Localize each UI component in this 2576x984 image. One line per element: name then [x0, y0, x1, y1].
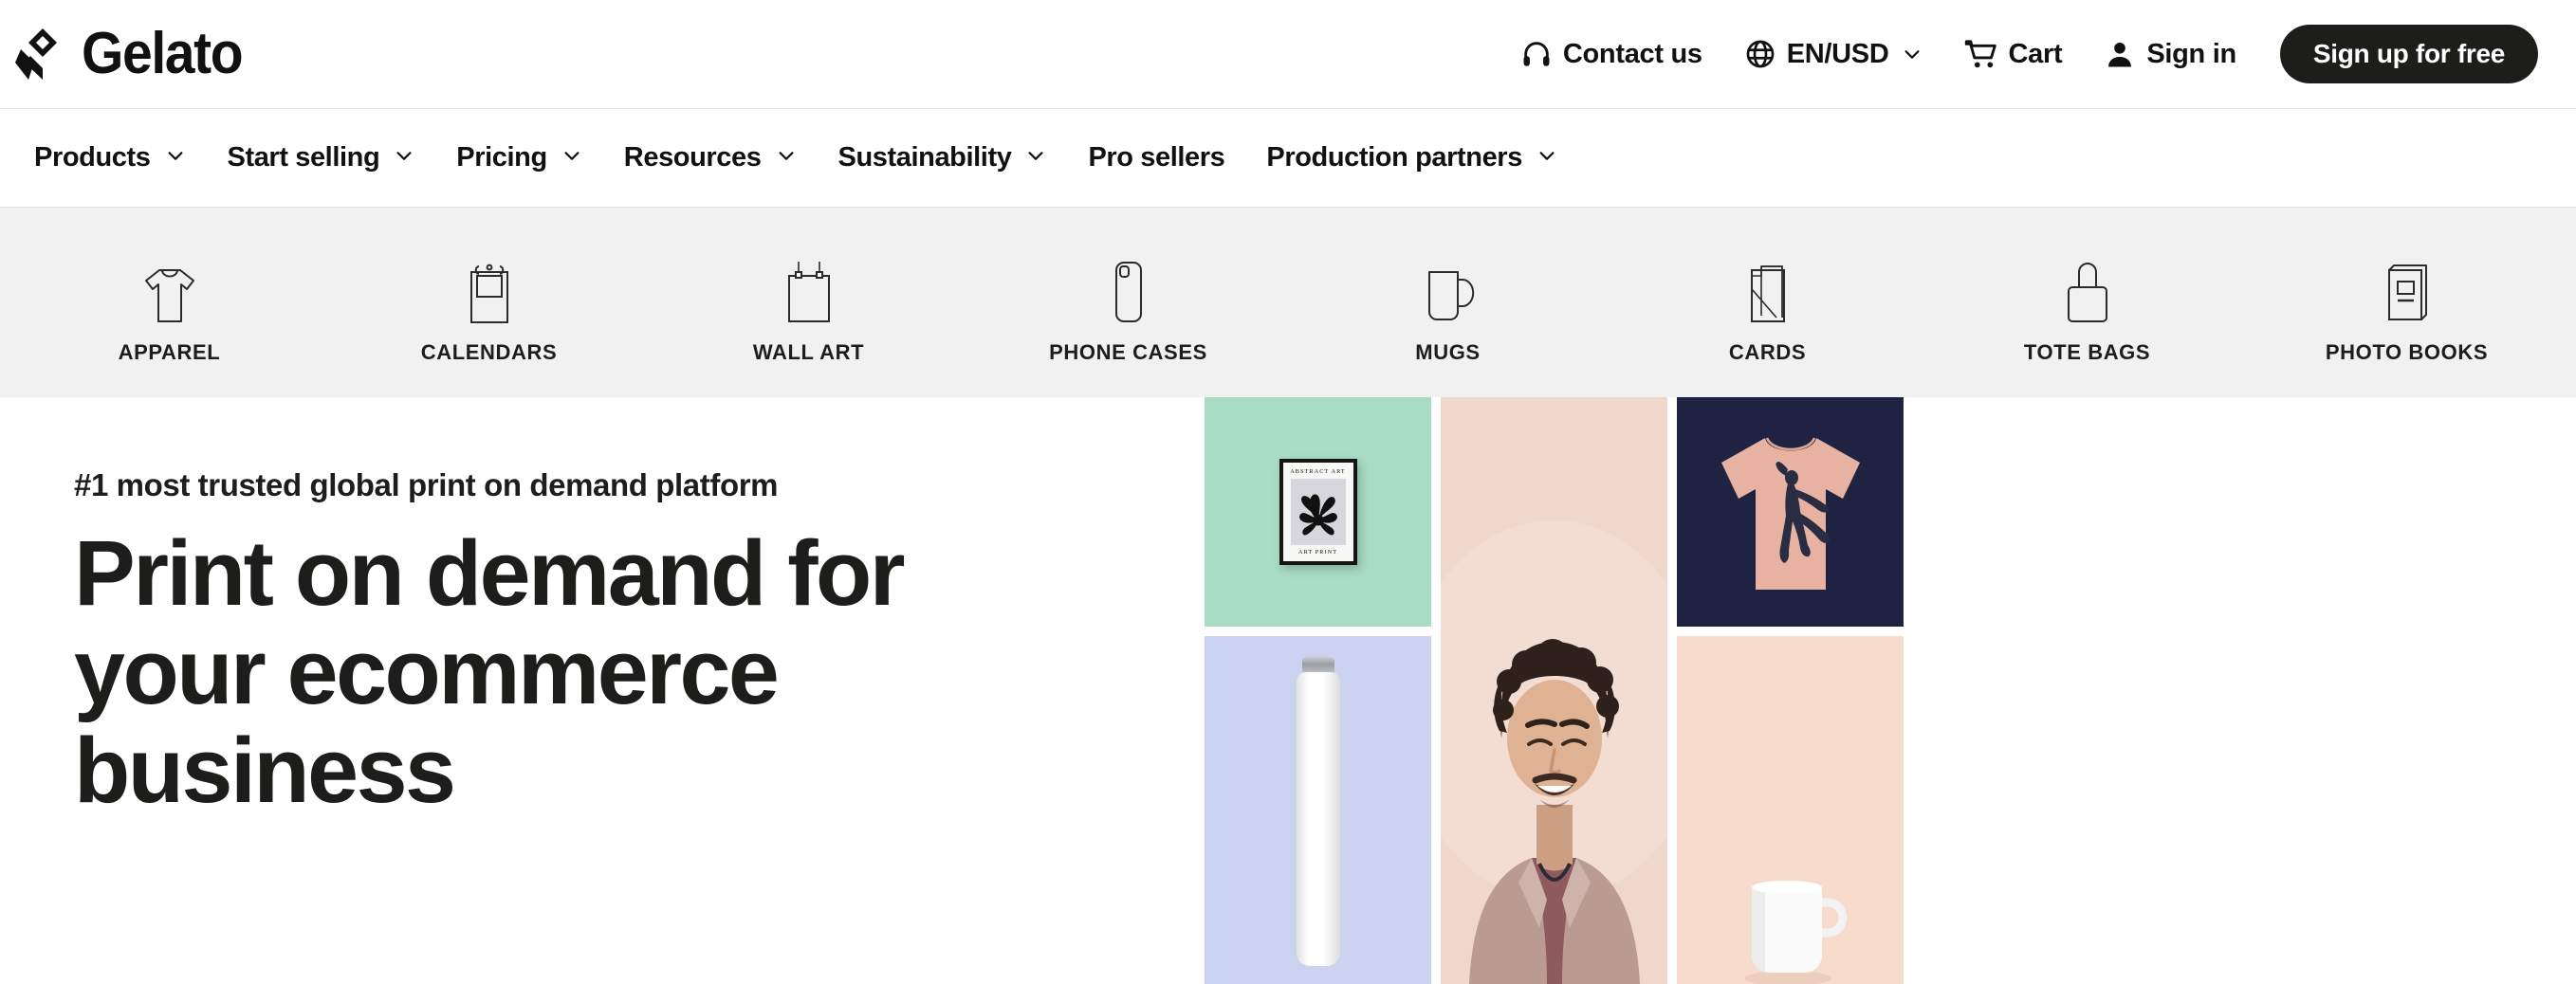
- category-wall-art[interactable]: WALL ART: [649, 208, 968, 397]
- chevron-down-icon: [165, 142, 186, 173]
- category-tote-bags[interactable]: TOTE BAGS: [1927, 208, 2247, 397]
- nav-item-pro-sellers[interactable]: Pro sellers: [1067, 142, 1245, 173]
- nav-item-products[interactable]: Products: [13, 142, 207, 173]
- category-label: WALL ART: [752, 340, 865, 364]
- gallery-column-center: [1441, 397, 1667, 984]
- contact-us-label: Contact us: [1562, 38, 1702, 69]
- category-mugs[interactable]: MUGS: [1288, 208, 1608, 397]
- category-apparel[interactable]: APPAREL: [9, 208, 329, 397]
- headset-icon: [1520, 38, 1553, 70]
- category-label: PHOTO BOOKS: [2325, 340, 2489, 364]
- chevron-down-icon: [1025, 142, 1046, 173]
- abstract-leaf-artwork-icon: [1290, 479, 1346, 545]
- framed-poster-icon: [780, 253, 838, 325]
- contact-us-link[interactable]: Contact us: [1500, 38, 1723, 70]
- gelato-diamond-logo-icon: [13, 25, 72, 83]
- shopping-cart-icon: [1964, 37, 1998, 71]
- brand-name: Gelato: [82, 21, 244, 86]
- tote-bag-icon: [2061, 253, 2114, 325]
- category-phone-cases[interactable]: PHONE CASES: [968, 208, 1288, 397]
- category-label: TOTE BAGS: [2023, 340, 2151, 364]
- nav-item-start-selling[interactable]: Start selling: [207, 142, 436, 173]
- category-photo-books[interactable]: PHOTO BOOKS: [2247, 208, 2567, 397]
- sign-up-for-free-button[interactable]: Sign up for free: [2279, 25, 2538, 83]
- top-utility-links: Contact us EN/USD Cart Sign in Sign up f…: [1500, 25, 2538, 83]
- category-calendars[interactable]: CALENDARS: [329, 208, 649, 397]
- chevron-down-icon: [1902, 44, 1923, 64]
- hero-copy: #1 most trusted global print on demand p…: [0, 397, 1205, 984]
- top-utility-bar: Gelato Contact us EN/USD Cart Sign in Si…: [0, 0, 2576, 108]
- nav-label: Production partners: [1266, 142, 1522, 173]
- hero-eyebrow: #1 most trusted global print on demand p…: [74, 467, 779, 502]
- photo-book-icon: [2378, 253, 2437, 325]
- cart-link[interactable]: Cart: [1943, 37, 2084, 71]
- nav-label: Start selling: [227, 142, 380, 173]
- category-label: APPAREL: [118, 340, 221, 364]
- chevron-down-icon: [561, 142, 582, 173]
- nav-item-pricing[interactable]: Pricing: [435, 142, 603, 173]
- globe-icon: [1744, 38, 1776, 70]
- poster-caption: ART PRINT: [1297, 549, 1338, 556]
- nav-label: Resources: [623, 142, 762, 173]
- poster-title: ABSTRACT ART: [1290, 468, 1346, 475]
- hero-section: #1 most trusted global print on demand p…: [0, 397, 2576, 984]
- picture-frame: ABSTRACT ART ART PRINT: [1279, 459, 1357, 565]
- product-category-strip: APPAREL CALENDARS WALL ART PHONE CASES M…: [0, 208, 2576, 397]
- nav-label: Products: [34, 142, 151, 173]
- nav-item-resources[interactable]: Resources: [603, 142, 818, 173]
- sign-in-label: Sign in: [2146, 38, 2236, 69]
- phone-case-icon: [1107, 253, 1150, 325]
- smiling-man-portrait-tile[interactable]: [1441, 397, 1667, 984]
- water-bottle-tile[interactable]: [1205, 636, 1431, 984]
- tshirt-product: [1720, 437, 1860, 590]
- category-label: CARDS: [1728, 340, 1807, 364]
- main-navigation: Products Start selling Pricing Resources…: [0, 108, 2576, 208]
- bottle-body: [1296, 672, 1340, 966]
- chevron-down-icon: [1536, 142, 1557, 173]
- framed-art-print-tile[interactable]: ABSTRACT ART ART PRINT: [1205, 397, 1431, 627]
- water-bottle-product: [1296, 657, 1340, 966]
- chevron-down-icon: [776, 142, 797, 173]
- user-account-icon: [2104, 38, 2136, 70]
- nav-item-production-partners[interactable]: Production partners: [1245, 142, 1578, 173]
- category-label: CALENDARS: [420, 340, 558, 364]
- nav-label: Pricing: [456, 142, 547, 173]
- calendar-icon: [460, 253, 519, 325]
- cart-label: Cart: [2008, 38, 2063, 69]
- sign-in-link[interactable]: Sign in: [2083, 38, 2257, 70]
- pink-tshirt-dancer-tile[interactable]: [1677, 397, 1904, 627]
- mug-icon: [1416, 253, 1481, 325]
- hero-image-gallery: ABSTRACT ART ART PRINT: [1205, 397, 2576, 984]
- peach-mug-tile[interactable]: [1677, 636, 1904, 984]
- gallery-column-right: [1677, 397, 1904, 984]
- nav-label: Sustainability: [837, 142, 1012, 173]
- locale-label: EN/USD: [1786, 38, 1889, 69]
- mug-product: [1743, 881, 1847, 984]
- page-title: Print on demand for your ecommerce busin…: [74, 521, 906, 822]
- category-cards[interactable]: CARDS: [1608, 208, 1927, 397]
- folded-card-icon: [1739, 253, 1797, 325]
- category-label: PHONE CASES: [1049, 340, 1207, 364]
- portrait-photo: [1441, 397, 1667, 984]
- bottle-cap: [1301, 657, 1334, 673]
- nav-label: Pro sellers: [1088, 142, 1225, 173]
- nav-item-sustainability[interactable]: Sustainability: [818, 142, 1068, 173]
- brand-logo-link[interactable]: Gelato: [13, 25, 256, 83]
- category-label: MUGS: [1415, 340, 1481, 364]
- gallery-column-left: ABSTRACT ART ART PRINT: [1205, 397, 1431, 984]
- tshirt-icon: [134, 253, 206, 325]
- locale-selector[interactable]: EN/USD: [1723, 38, 1943, 70]
- chevron-down-icon: [394, 142, 414, 173]
